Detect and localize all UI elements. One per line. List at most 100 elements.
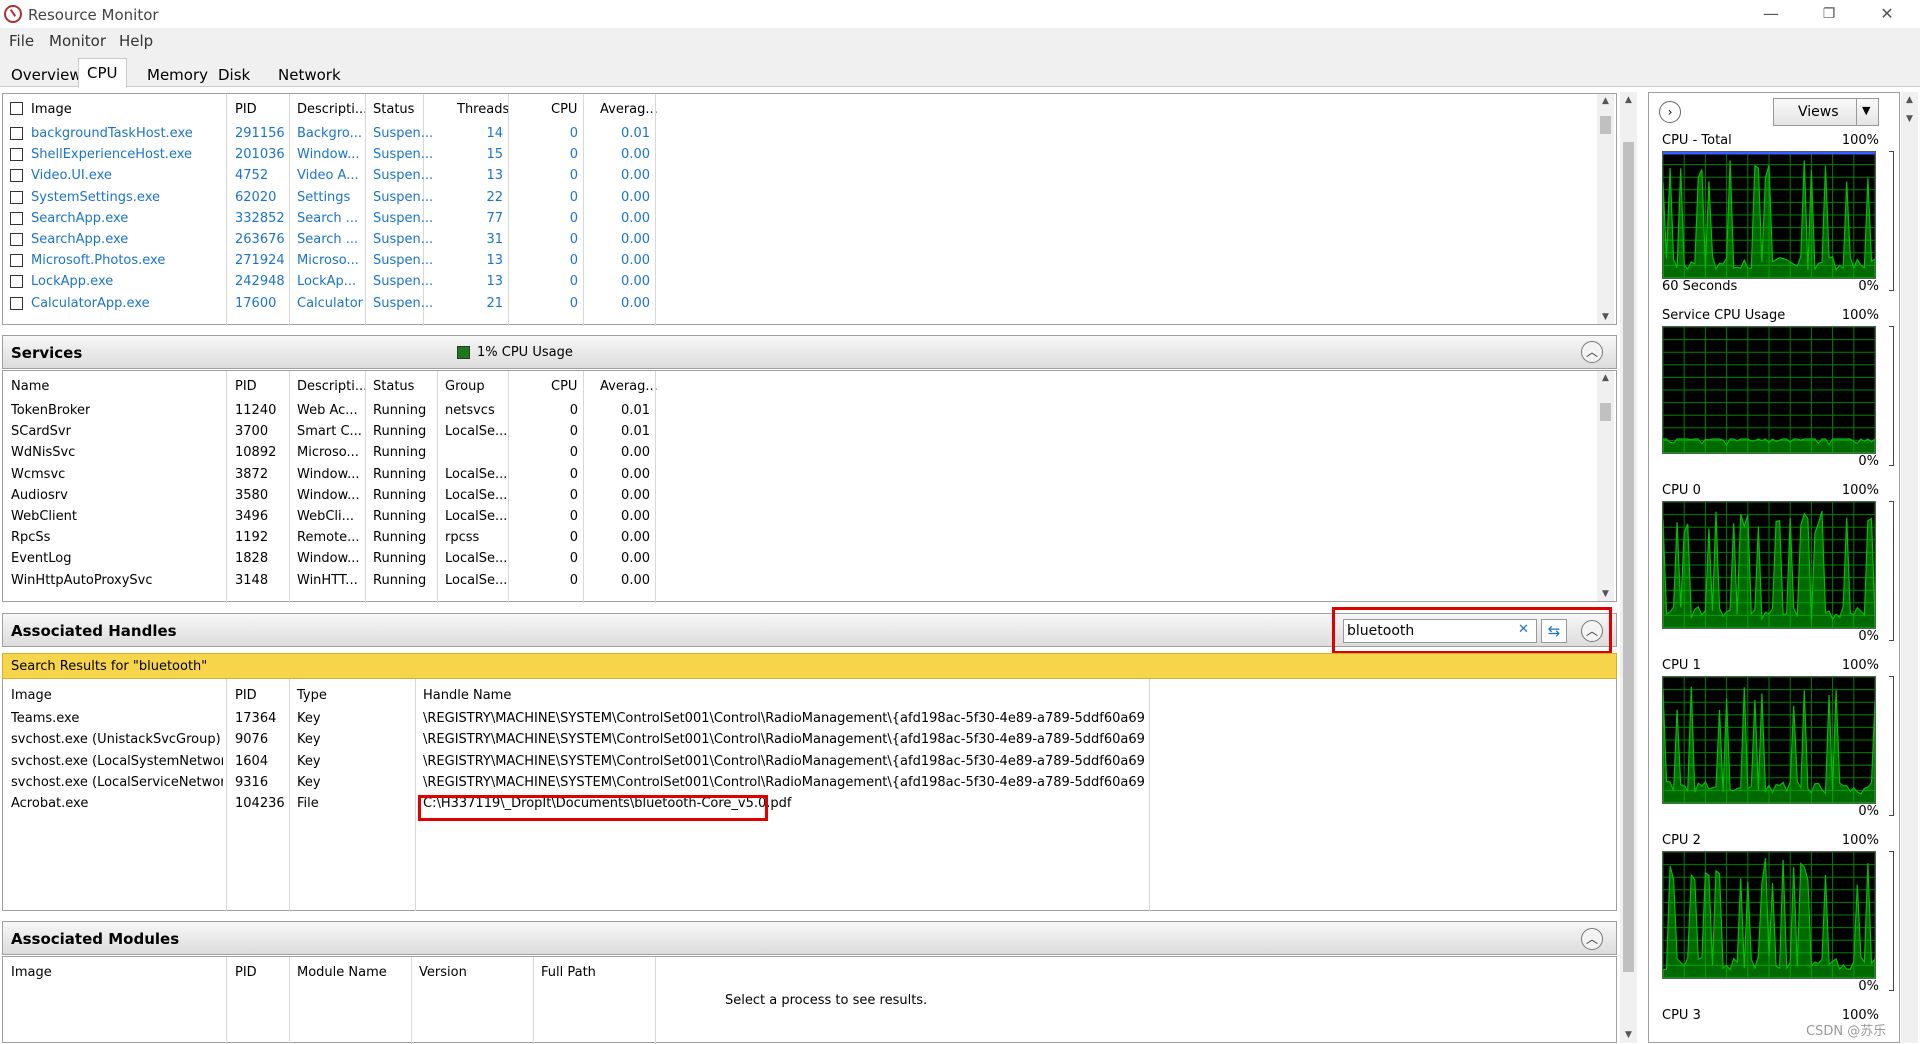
process-checkbox[interactable] (10, 169, 23, 183)
service-row[interactable]: SCardSvr 3700 Smart C... Running LocalSe... 0… (3, 422, 1593, 443)
handle-cell: Teams.exe (11, 711, 80, 726)
modules-empty-message: Select a process to see results. (725, 993, 928, 1008)
process-cell: 77 (486, 210, 503, 226)
process-row[interactable]: SearchApp.exe 263676 Search ... Suspen... 31… (3, 230, 1593, 251)
minimize-button[interactable]: — (1742, 0, 1800, 28)
service-row[interactable]: WdNisSvc 10892 Microso... Running 0 0.00 (3, 443, 1593, 464)
menu-file[interactable]: File (9, 32, 34, 50)
module-col-full-path[interactable]: Full Path (541, 965, 596, 980)
service-cell: 0 (569, 487, 578, 503)
svc-col-name[interactable]: Name (11, 379, 49, 394)
graph-title: CPU 3 (1662, 1008, 1701, 1023)
handle-col-name[interactable]: Handle Name (423, 688, 511, 703)
svc-col-group[interactable]: Group (445, 379, 485, 394)
collapse-modules-button[interactable]: ︿ (1581, 928, 1603, 950)
tab-network[interactable]: Network (270, 61, 349, 87)
process-row[interactable]: Video.UI.exe 4752 Video A... Suspen... 13 0 0.… (3, 166, 1593, 187)
handle-row[interactable]: svchost.exe (LocalServiceNetworkR... 9316… (3, 773, 1593, 794)
main-scrollbar[interactable]: ▲ ▼ (1620, 92, 1637, 1043)
handle-cell: 17364 (235, 711, 277, 726)
service-cell: 0.01 (621, 424, 650, 440)
select-all-checkbox[interactable] (10, 102, 23, 115)
service-cell: 0.00 (621, 487, 650, 503)
views-button[interactable]: Views ▼ (1773, 98, 1879, 126)
handle-row[interactable]: svchost.exe (UnistackSvcGroup) 9076 Key \RE… (3, 730, 1593, 751)
process-cell: Backgro... (297, 126, 362, 141)
close-button[interactable]: ✕ (1858, 0, 1916, 28)
expand-pane-button[interactable]: › (1659, 101, 1681, 123)
process-row[interactable]: Microsoft.Photos.exe 271924 Microso... Susp… (3, 251, 1593, 272)
process-checkbox[interactable] (10, 254, 23, 268)
process-row[interactable]: ShellExperienceHost.exe 201036 Window... Su… (3, 145, 1593, 166)
service-row[interactable]: EventLog 1828 Window... Running LocalSe... 0 0… (3, 549, 1593, 570)
service-cell: LocalSe... (445, 572, 508, 588)
process-checkbox[interactable] (10, 233, 23, 246)
handle-col-pid[interactable]: PID (235, 688, 257, 703)
menu-monitor[interactable]: Monitor (49, 32, 106, 50)
process-checkbox[interactable] (10, 148, 23, 162)
graph-title: Service CPU Usage (1662, 308, 1786, 323)
restore-button[interactable]: ❐ (1800, 0, 1858, 28)
tab-disk[interactable]: Disk (210, 61, 258, 87)
process-checkbox[interactable] (10, 127, 23, 140)
service-cell: TokenBroker (11, 403, 91, 418)
col-image[interactable]: Image (31, 102, 72, 117)
handle-col-image[interactable]: Image (11, 688, 52, 703)
process-row[interactable]: CalculatorApp.exe 17600 Calculator Suspen..… (3, 294, 1593, 315)
process-checkbox[interactable] (10, 190, 23, 204)
handle-row[interactable]: Acrobat.exe 104236 File C:\H337119\_DropIt\… (3, 794, 1593, 815)
collapse-services-button[interactable]: ︿ (1581, 341, 1603, 363)
handle-row[interactable]: Teams.exe 17364 Key \REGISTRY\MACHINE\SYSTE… (3, 709, 1593, 730)
process-row[interactable]: SystemSettings.exe 62020 Settings Suspen...… (3, 188, 1593, 209)
graph-scale-bracket (1889, 501, 1894, 641)
services-header[interactable]: Services 1% CPU Usage ︿ (2, 335, 1617, 369)
service-row[interactable]: TokenBroker 11240 Web Ac... Running netsvcs 0… (3, 401, 1593, 422)
col-pid[interactable]: PID (235, 102, 257, 117)
module-col-image[interactable]: Image (11, 965, 52, 980)
menu-help[interactable]: Help (119, 32, 153, 50)
service-cell: LocalSe... (445, 424, 508, 440)
col-status[interactable]: Status (373, 102, 414, 117)
module-col-pid[interactable]: PID (235, 965, 257, 980)
service-row[interactable]: WebClient 3496 WebCli... Running LocalSe... 0… (3, 507, 1593, 528)
graph-pane-scrollbar[interactable]: ▲ ▼ (1901, 92, 1918, 1043)
service-row[interactable]: WinHttpAutoProxySvc 3148 WinHTT... Running L… (3, 571, 1593, 592)
service-cell: 3496 (235, 509, 269, 524)
service-row[interactable]: RpcSs 1192 Remote... Running rpcss 0 0.00 (3, 528, 1593, 549)
process-checkbox[interactable] (10, 296, 23, 310)
process-cell: 291156 (235, 126, 285, 141)
svc-col-cpu[interactable]: CPU (551, 379, 577, 394)
tab-memory[interactable]: Memory (139, 61, 216, 87)
services-scrollbar[interactable]: ▲ ▼ (1597, 371, 1614, 601)
process-row[interactable]: SearchApp.exe 332852 Search ... Suspen... 77… (3, 209, 1593, 230)
module-col-module-name[interactable]: Module Name (297, 965, 387, 980)
svc-col-status[interactable]: Status (373, 379, 414, 394)
svc-col-pid[interactable]: PID (235, 379, 257, 394)
svc-col-average[interactable]: Averag... (600, 379, 658, 394)
process-row[interactable]: LockApp.exe 242948 LockAp... Suspen... 13 0 0.… (3, 272, 1593, 293)
service-row[interactable]: Wcmsvc 3872 Window... Running LocalSe... 0 0.0… (3, 465, 1593, 486)
svc-col-description[interactable]: Descripti... (297, 379, 367, 394)
tab-cpu[interactable]: CPU (78, 58, 127, 88)
col-cpu[interactable]: CPU (551, 102, 577, 117)
handle-col-type[interactable]: Type (297, 688, 327, 703)
process-cell: Suspen... (373, 147, 434, 163)
modules-header[interactable]: Associated Modules ︿ (2, 921, 1617, 955)
handles-title: Associated Handles (11, 622, 177, 640)
handle-row[interactable]: svchost.exe (LocalSystemNetworkR... 1604 K… (3, 752, 1593, 773)
service-row[interactable]: Audiosrv 3580 Window... Running LocalSe... 0 0… (3, 486, 1593, 507)
col-threads[interactable]: Threads (457, 102, 509, 117)
service-cell: 3580 (235, 487, 269, 503)
service-cell: netsvcs (445, 403, 495, 418)
col-average[interactable]: Averag... (600, 102, 658, 117)
process-checkbox[interactable] (10, 211, 23, 225)
views-dropdown-icon[interactable]: ▼ (1862, 104, 1870, 117)
module-col-version[interactable]: Version (419, 965, 467, 980)
graph-title: CPU 2 (1662, 833, 1701, 848)
process-row[interactable]: backgroundTaskHost.exe 291156 Backgro... Su… (3, 124, 1593, 145)
process-checkbox[interactable] (10, 275, 23, 289)
processes-scrollbar[interactable]: ▲ ▼ (1597, 94, 1614, 324)
tab-overview[interactable]: Overview (3, 61, 90, 87)
col-description[interactable]: Descripti... (297, 102, 367, 117)
process-cell: 242948 (235, 274, 285, 290)
